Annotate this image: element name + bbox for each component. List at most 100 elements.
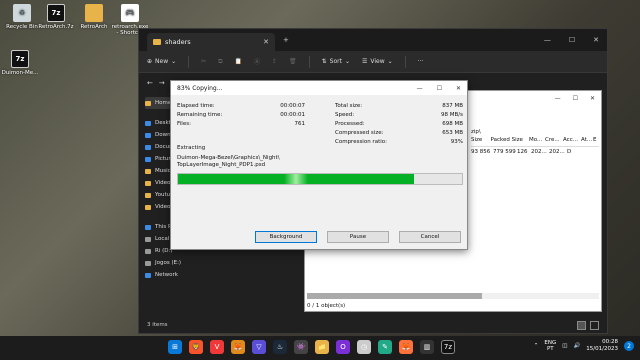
system-tray: ⌃ ENG PT ◫ 🔊 00:28 15/01/2023 2 (534, 339, 634, 353)
desktop-icon-retroarch-7z[interactable]: 7z RetroArch.7z (36, 4, 76, 30)
column-header[interactable]: Cre... (545, 137, 563, 146)
explorer-toolbar: ⊕ New ⌄ ✂ ⧉ 📋 Ⓐ ⇪ 🗑 ⇅ Sort ⌄ ☰ View ⌄ ··· (139, 51, 607, 73)
view-toggle (577, 320, 599, 330)
dialog-titlebar: 83% Copying... — ☐ ✕ (171, 81, 467, 95)
network-icon[interactable]: ◫ (562, 343, 567, 349)
column-header[interactable]: E (593, 137, 599, 146)
game-app-icon[interactable]: 🦊 (231, 340, 245, 354)
cancel-button[interactable]: Cancel (399, 231, 461, 243)
retroarch-icon[interactable]: 👾 (294, 340, 308, 354)
window-controls: — ☐ ✕ (544, 36, 599, 44)
explorer-titlebar: shaders ✕ + — ☐ ✕ (139, 29, 607, 51)
drive-icon (145, 260, 151, 266)
desktop-icon-duimon[interactable]: 7z Duimon-Me... (0, 50, 40, 76)
horizontal-scrollbar[interactable] (307, 293, 599, 299)
zip-path: zip\ (471, 129, 481, 135)
table-cell: 93 856 (471, 149, 491, 155)
explorer-statusbar: 3 items (139, 317, 607, 333)
window-controls: — ☐ ✕ (555, 95, 595, 102)
copy-icon[interactable]: ⧉ (218, 58, 222, 66)
minimize-icon[interactable]: — (417, 85, 423, 92)
share-icon[interactable]: ⇪ (272, 58, 277, 65)
windows-terminal-icon[interactable]: ▥ (420, 340, 434, 354)
forward-arrow-icon[interactable]: → (159, 79, 165, 87)
chevron-up-icon[interactable]: ⌃ (534, 343, 539, 349)
column-header[interactable]: At... (581, 137, 593, 146)
column-header[interactable]: Mo... (529, 137, 545, 146)
chevron-down-icon: ⌄ (171, 58, 177, 65)
table-cell: 779 599 (493, 149, 516, 155)
proton-vpn-icon[interactable]: ▽ (252, 340, 266, 354)
copying-dialog: 83% Copying... — ☐ ✕ Elapsed time: 00:00… (170, 80, 468, 250)
current-file-path: Duimon-Mega-Bezel\Graphics\_Night\ TopLa… (177, 155, 280, 169)
stat-label: Compressed size: (335, 129, 384, 136)
window-controls: — ☐ ✕ (417, 85, 461, 92)
zip-status: 0 / 1 object(s) (307, 303, 346, 309)
7zip-archive-icon: 7z (11, 50, 29, 68)
volume-icon[interactable]: 🔊 (573, 343, 580, 349)
progress-fill (178, 174, 414, 184)
table-row[interactable]: 93 856 779 599 126 202... 202... D (471, 149, 599, 159)
desktop-icon-retroarch-folder[interactable]: RetroArch (74, 4, 114, 30)
sidebar-item-label: Home (155, 100, 172, 106)
home-icon (145, 100, 151, 106)
minimize-icon[interactable]: — (555, 95, 561, 102)
this-pc-icon (145, 224, 151, 230)
scrollbar-thumb[interactable] (307, 293, 483, 299)
stat-label: Speed: (335, 111, 355, 118)
maximize-icon[interactable]: ☐ (437, 85, 442, 92)
vivaldi-browser-icon[interactable]: V (210, 340, 224, 354)
new-button[interactable]: ⊕ New ⌄ (147, 58, 176, 65)
time: 00:28 (602, 339, 618, 345)
item-count: 3 items (147, 322, 168, 328)
column-header[interactable]: Packed Size (491, 137, 529, 146)
details-view-icon[interactable] (577, 320, 586, 330)
stat-label: Elapsed time: (177, 102, 215, 109)
stats-row: Files: 761 Processed: 698 MB (177, 119, 463, 128)
close-icon[interactable]: ✕ (263, 38, 269, 46)
minimize-icon[interactable]: — (544, 36, 551, 44)
back-arrow-icon[interactable]: ← (147, 79, 153, 87)
close-icon[interactable]: ✕ (593, 36, 599, 44)
sidebar-item-jogos-drive[interactable]: Jogos (E:) (145, 257, 223, 269)
pause-button[interactable]: Pause (327, 231, 389, 243)
notification-badge[interactable]: 2 (624, 341, 634, 351)
column-header[interactable]: Size (471, 137, 491, 146)
view-button[interactable]: ☰ View ⌄ (362, 58, 393, 65)
date: 15/01/2023 (586, 346, 618, 352)
paste-icon[interactable]: 📋 (234, 58, 241, 65)
tiles-view-icon[interactable] (590, 320, 599, 330)
brave-browser-icon[interactable]: 🦁 (189, 340, 203, 354)
firefox-icon[interactable]: 🦊 (399, 340, 413, 354)
start-menu-icon[interactable]: ⊞ (168, 340, 182, 354)
cut-icon[interactable]: ✂ (201, 58, 206, 65)
add-tab-icon[interactable]: + (283, 36, 289, 44)
desktop-icon-label: Duimon-Me... (1, 70, 39, 76)
steam-icon[interactable]: ♨ (273, 340, 287, 354)
clock-app-icon[interactable]: ◷ (357, 340, 371, 354)
sidebar-item-label: Network (155, 272, 178, 278)
downloads-icon (145, 132, 151, 138)
chevron-down-icon: ⌄ (387, 58, 393, 65)
opera-browser-icon[interactable]: O (336, 340, 350, 354)
rename-icon[interactable]: Ⓐ (254, 57, 260, 66)
7zip-app-icon[interactable]: 7z (441, 340, 455, 354)
close-icon[interactable]: ✕ (456, 85, 461, 92)
tab-shaders[interactable]: shaders ✕ (147, 33, 275, 51)
sort-button[interactable]: ⇅ Sort ⌄ (322, 58, 350, 65)
stat-value: 98 MB/s (441, 111, 463, 118)
maximize-icon[interactable]: ☐ (569, 36, 575, 44)
folder-icon (153, 39, 161, 45)
maximize-icon[interactable]: ☐ (573, 95, 578, 102)
input-language[interactable]: ENG PT (544, 340, 556, 352)
close-icon[interactable]: ✕ (590, 95, 595, 102)
sidebar-item-network[interactable]: Network (145, 269, 223, 281)
pen-app-icon[interactable]: ✎ (378, 340, 392, 354)
clock[interactable]: 00:28 15/01/2023 (586, 339, 618, 353)
delete-icon[interactable]: 🗑 (289, 58, 297, 65)
file-explorer-icon[interactable]: 📁 (315, 340, 329, 354)
stats-row: Elapsed time: 00:00:07 Total size: 837 M… (177, 101, 463, 110)
more-options-button[interactable]: ··· (418, 58, 424, 65)
background-button[interactable]: Background (255, 231, 317, 243)
column-header[interactable]: Acc... (563, 137, 581, 146)
